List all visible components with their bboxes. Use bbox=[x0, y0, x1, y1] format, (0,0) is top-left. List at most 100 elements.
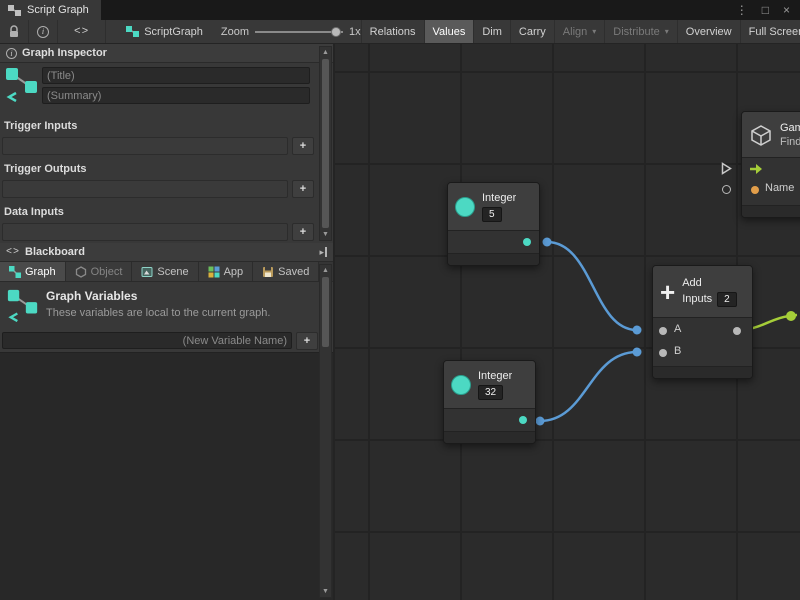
integer-node-1[interactable]: Integer 5 bbox=[447, 182, 540, 266]
find-control-input-port[interactable] bbox=[721, 162, 732, 175]
zoom-control: Zoom 1x bbox=[221, 20, 361, 43]
graph-canvas[interactable]: Integer 5 Integer 32 bbox=[335, 44, 800, 600]
blackboard-scrollbar[interactable]: ▲ ▼ bbox=[319, 264, 332, 598]
port-a-label: A bbox=[674, 323, 681, 335]
scene-icon bbox=[141, 266, 153, 278]
add-output-port[interactable] bbox=[733, 327, 741, 335]
zoom-value: 1x bbox=[349, 26, 361, 38]
app-icon bbox=[208, 266, 220, 278]
tab-app[interactable]: App bbox=[199, 262, 254, 281]
blackboard-tabs: Graph Object Scene bbox=[0, 262, 333, 282]
graph-variables-icon bbox=[6, 288, 40, 322]
node-header: + Add Inputs 2 bbox=[653, 266, 752, 318]
scroll-down-icon[interactable]: ▼ bbox=[320, 586, 331, 597]
integer-value-field[interactable]: 32 bbox=[478, 385, 503, 400]
full-screen-button[interactable]: Full Screen bbox=[740, 20, 800, 43]
overview-button[interactable]: Overview bbox=[677, 20, 740, 43]
code-view-button[interactable]: <> bbox=[58, 20, 106, 43]
tab-object[interactable]: Object bbox=[66, 262, 133, 281]
script-graph-icon bbox=[8, 5, 21, 16]
toolbar-buttons: Relations Values Dim Carry Align ▾ Distr… bbox=[361, 20, 800, 43]
port-b-label: B bbox=[674, 345, 681, 357]
wire-endpoint bbox=[536, 417, 545, 426]
object-icon bbox=[75, 266, 87, 278]
trigger-inputs-add-button[interactable]: + bbox=[292, 137, 314, 155]
window-title: Script Graph bbox=[27, 4, 89, 16]
align-button[interactable]: Align ▾ bbox=[554, 20, 604, 43]
node-ports bbox=[448, 231, 539, 253]
window-maximize-button[interactable]: □ bbox=[762, 3, 769, 17]
graph-summary-input[interactable] bbox=[42, 87, 310, 104]
integer-type-icon bbox=[455, 197, 475, 217]
scrollbar-thumb[interactable] bbox=[322, 59, 329, 228]
integer-output-port[interactable] bbox=[519, 416, 527, 424]
name-input-port[interactable] bbox=[751, 186, 759, 194]
distribute-button[interactable]: Distribute ▾ bbox=[604, 20, 676, 43]
info-icon: i bbox=[6, 48, 17, 59]
game-object-cube-icon bbox=[749, 123, 773, 147]
integer-value-field[interactable]: 5 bbox=[482, 207, 502, 222]
titlebar: Script Graph ⋮ □ × bbox=[0, 0, 800, 20]
add-variable-button[interactable]: + bbox=[296, 332, 318, 350]
node-footer bbox=[448, 253, 539, 265]
trigger-outputs-add-button[interactable]: + bbox=[292, 180, 314, 198]
graph-toolbar: i <> ScriptGraph Zoom 1x Relations Value… bbox=[0, 20, 800, 44]
wire-endpoint bbox=[633, 348, 642, 357]
unity-script-graph-window: Script Graph ⋮ □ × i <> ScriptG bbox=[0, 0, 800, 600]
node-title: Game Object bbox=[780, 122, 800, 134]
inspect-toggle-button[interactable]: i bbox=[29, 20, 58, 43]
find-value-input-port[interactable] bbox=[722, 185, 731, 194]
data-inputs-add-button[interactable]: + bbox=[292, 223, 314, 241]
saved-icon bbox=[262, 266, 274, 278]
window-close-button[interactable]: × bbox=[783, 3, 790, 17]
window-menu-button[interactable]: ⋮ bbox=[736, 3, 748, 17]
tab-scene[interactable]: Scene bbox=[132, 262, 198, 281]
scroll-down-icon[interactable]: ▼ bbox=[320, 229, 331, 240]
window-tab-script-graph[interactable]: Script Graph bbox=[0, 0, 101, 20]
chevron-down-icon: ▾ bbox=[665, 27, 669, 36]
inputs-label: Inputs bbox=[682, 293, 712, 305]
dim-button[interactable]: Dim bbox=[473, 20, 510, 43]
graph-variables-description: These variables are local to the current… bbox=[46, 307, 270, 319]
find-node[interactable]: Game Object Find Name bbox=[741, 111, 800, 218]
new-variable-name-input[interactable] bbox=[2, 332, 292, 349]
trigger-inputs-label: Trigger Inputs bbox=[4, 120, 77, 132]
zoom-slider-track bbox=[255, 31, 343, 33]
integer-node-2[interactable]: Integer 32 bbox=[443, 360, 536, 444]
wire-integer32-to-add-b bbox=[540, 352, 637, 421]
node-title: Integer bbox=[478, 370, 512, 382]
graph-inspector-header: i Graph Inspector ▸ bbox=[0, 44, 333, 63]
lock-button[interactable] bbox=[0, 20, 29, 43]
add-input-a-port[interactable] bbox=[659, 327, 667, 335]
relations-button[interactable]: Relations bbox=[361, 20, 424, 43]
values-button[interactable]: Values bbox=[424, 20, 474, 43]
wire-endpoint bbox=[633, 326, 642, 335]
graph-icon bbox=[126, 26, 139, 37]
integer-output-port[interactable] bbox=[523, 238, 531, 246]
wire-integer5-to-add-a bbox=[547, 242, 637, 330]
zoom-label: Zoom bbox=[221, 26, 249, 38]
wire-endpoint bbox=[786, 311, 796, 321]
add-node[interactable]: + Add Inputs 2 A B bbox=[652, 265, 753, 379]
dock-panel-icon[interactable]: ▸ bbox=[319, 247, 327, 257]
inspector-scrollbar[interactable]: ▲ ▼ bbox=[319, 46, 332, 241]
graph-breadcrumb[interactable]: ScriptGraph bbox=[118, 20, 211, 43]
trigger-inputs-list bbox=[2, 137, 288, 155]
scroll-up-icon[interactable]: ▲ bbox=[320, 265, 331, 276]
zoom-slider[interactable] bbox=[255, 26, 343, 38]
blackboard-icon: <> bbox=[6, 247, 20, 258]
tab-graph[interactable]: Graph bbox=[0, 262, 66, 281]
add-input-b-port[interactable] bbox=[659, 349, 667, 357]
blackboard-title: Blackboard bbox=[25, 246, 85, 258]
graph-title-input[interactable] bbox=[42, 67, 310, 84]
control-flow-arrow-icon[interactable] bbox=[749, 163, 763, 175]
lock-icon bbox=[8, 25, 20, 38]
carry-button[interactable]: Carry bbox=[510, 20, 554, 43]
blackboard-empty-area bbox=[0, 352, 333, 600]
zoom-slider-knob[interactable] bbox=[331, 27, 341, 37]
inputs-count-field[interactable]: 2 bbox=[717, 292, 737, 307]
add-icon: + bbox=[660, 281, 675, 303]
scrollbar-thumb[interactable] bbox=[322, 277, 329, 347]
scroll-up-icon[interactable]: ▲ bbox=[320, 47, 331, 58]
tab-saved[interactable]: Saved bbox=[253, 262, 319, 281]
